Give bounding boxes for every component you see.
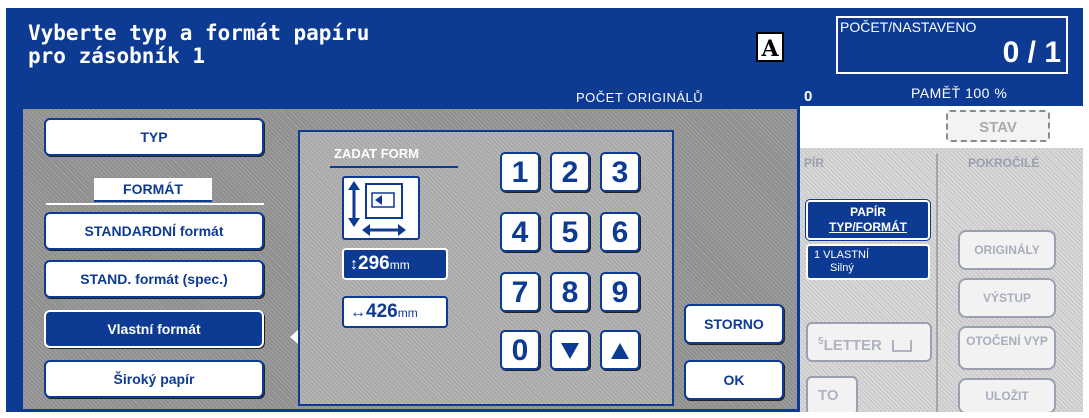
column-header-paper: PÍR	[804, 156, 825, 170]
status-button[interactable]: STAV	[946, 110, 1050, 142]
height-field[interactable]: ↕296mm	[342, 248, 448, 280]
key-1[interactable]: 1	[500, 152, 540, 192]
tray-info-line2: Silný	[830, 262, 854, 274]
paper-dimension-icon	[342, 176, 420, 240]
type-button[interactable]: TYP	[44, 118, 264, 156]
key-9[interactable]: 9	[600, 272, 640, 312]
paper-button-line2: TYP/FORMÁT	[829, 220, 907, 234]
paper-type-format-button[interactable]: PAPÍR TYP/FORMÁT	[805, 199, 931, 241]
memory-indicator: PAMĚŤ 100 %	[911, 85, 1008, 101]
originals-count-label: POČET ORIGINÁLŮ	[576, 90, 704, 105]
key-8[interactable]: 8	[550, 272, 590, 312]
originals-count-value: 0	[804, 88, 813, 105]
tray-info-line1: 1 VLASTNÍ	[814, 249, 870, 261]
letter-tray-button[interactable]: 5LETTER	[806, 322, 932, 362]
tray-info: 1 VLASTNÍ Silný	[806, 244, 930, 280]
letter-label: LETTER	[823, 337, 882, 354]
width-arrow-icon: ↔	[350, 304, 366, 321]
height-value: 296	[358, 253, 390, 274]
display-frame: Vyberte typ a formát papíru pro zásobník…	[6, 8, 1083, 412]
save-button[interactable]: ULOŽIT	[958, 378, 1056, 412]
original-mode-icon: A	[756, 32, 784, 62]
output-button[interactable]: VÝSTUP	[958, 278, 1056, 318]
increase-button[interactable]	[600, 330, 640, 370]
copier-screen: Vyberte typ a formát papíru pro zásobník…	[0, 0, 1089, 418]
header-title: Vyberte typ a formát papíru pro zásobník…	[28, 21, 370, 68]
column-header-advanced: POKROČILÉ	[968, 156, 1040, 170]
standard-format-button[interactable]: STANDARDNÍ formát	[44, 212, 264, 250]
auto-tray-button[interactable]: TO	[806, 376, 858, 412]
key-0[interactable]: 0	[500, 330, 540, 370]
key-2[interactable]: 2	[550, 152, 590, 192]
format-section-label: FORMÁT	[94, 178, 212, 202]
rotation-button[interactable]: OTOČENÍ VYP	[958, 326, 1056, 370]
key-6[interactable]: 6	[600, 212, 640, 252]
column-divider	[936, 154, 938, 412]
originals-button[interactable]: ORIGINÁLY	[958, 230, 1056, 270]
height-unit: mm	[389, 258, 410, 272]
count-value: 0 / 1	[1002, 36, 1061, 69]
triangle-down-icon	[561, 343, 579, 359]
cancel-button[interactable]: STORNO	[684, 304, 784, 344]
key-3[interactable]: 3	[600, 152, 640, 192]
width-unit: mm	[397, 306, 418, 320]
entry-title: ZADAT FORM	[334, 146, 419, 161]
entry-title-underline	[330, 166, 458, 168]
wide-paper-button[interactable]: Široký papír	[44, 360, 264, 398]
width-value: 426	[366, 301, 398, 322]
ok-button[interactable]: OK	[684, 360, 784, 400]
tray-icon	[892, 340, 913, 353]
decrease-button[interactable]	[550, 330, 590, 370]
triangle-up-icon	[611, 343, 629, 359]
selection-pointer-icon	[290, 330, 298, 344]
key-7[interactable]: 7	[500, 272, 540, 312]
width-field[interactable]: ↔426mm	[342, 296, 448, 328]
key-5[interactable]: 5	[550, 212, 590, 252]
key-4[interactable]: 4	[500, 212, 540, 252]
paper-button-line1: PAPÍR	[850, 205, 886, 219]
height-arrow-icon: ↕	[350, 256, 358, 273]
standard-special-format-button[interactable]: STAND. formát (spec.)	[44, 260, 264, 298]
custom-format-button[interactable]: Vlastní formát	[44, 310, 264, 348]
section-divider	[46, 203, 264, 205]
count-label: POČET/NASTAVENO	[840, 19, 977, 35]
